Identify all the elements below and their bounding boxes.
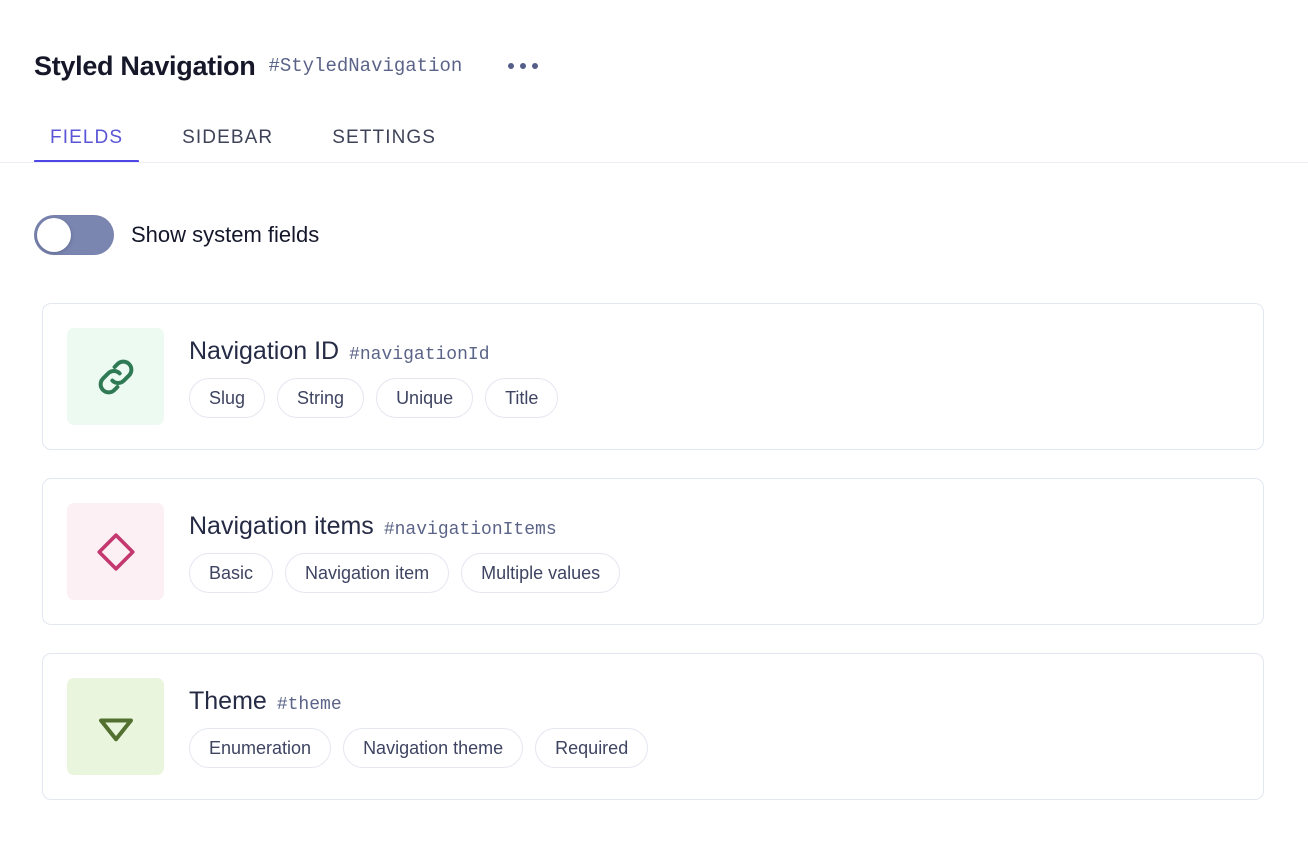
triangle-down-icon <box>67 678 164 775</box>
field-tag-list: Basic Navigation item Multiple values <box>189 553 620 593</box>
page-title: Styled Navigation <box>34 51 255 81</box>
field-name: Navigation ID <box>189 336 339 366</box>
tab-sidebar[interactable]: SIDEBAR <box>166 127 289 163</box>
field-tag-list: Enumeration Navigation theme Required <box>189 728 648 768</box>
content-type-editor-page: Styled Navigation #StyledNavigation FIEL… <box>0 0 1308 868</box>
field-card-theme[interactable]: Theme #theme Enumeration Navigation them… <box>42 653 1264 800</box>
page-title-hash: #StyledNavigation <box>268 51 462 81</box>
show-system-fields-row: Show system fields <box>0 163 1308 255</box>
field-list: Navigation ID #navigationId Slug String … <box>0 255 1308 800</box>
kebab-dot <box>508 63 514 69</box>
field-tag[interactable]: Enumeration <box>189 728 331 768</box>
tab-bar: FIELDS SIDEBAR SETTINGS <box>0 116 1308 163</box>
show-system-fields-label: Show system fields <box>131 222 319 248</box>
show-system-fields-toggle[interactable] <box>34 215 114 255</box>
field-heading: Navigation items #navigationItems <box>189 511 620 543</box>
field-tag[interactable]: Navigation theme <box>343 728 523 768</box>
field-hash: #navigationId <box>349 342 489 368</box>
field-tag[interactable]: Navigation item <box>285 553 449 593</box>
field-name: Theme <box>189 686 267 716</box>
field-tag-list: Slug String Unique Title <box>189 378 558 418</box>
link-icon <box>67 328 164 425</box>
field-tag[interactable]: String <box>277 378 364 418</box>
field-card-navigation-items[interactable]: Navigation items #navigationItems Basic … <box>42 478 1264 625</box>
diamond-outline-icon <box>67 503 164 600</box>
field-heading: Theme #theme <box>189 686 648 718</box>
field-card-body: Theme #theme Enumeration Navigation them… <box>189 686 648 768</box>
field-tag[interactable]: Slug <box>189 378 265 418</box>
field-name: Navigation items <box>189 511 374 541</box>
field-card-body: Navigation items #navigationItems Basic … <box>189 511 620 593</box>
field-tag[interactable]: Unique <box>376 378 473 418</box>
tab-fields[interactable]: FIELDS <box>34 127 139 163</box>
field-card-body: Navigation ID #navigationId Slug String … <box>189 336 558 418</box>
page-header: Styled Navigation #StyledNavigation <box>0 0 1308 88</box>
field-tag[interactable]: Required <box>535 728 648 768</box>
field-hash: #navigationItems <box>384 517 557 543</box>
toggle-knob <box>37 218 71 252</box>
field-card-navigation-id[interactable]: Navigation ID #navigationId Slug String … <box>42 303 1264 450</box>
field-heading: Navigation ID #navigationId <box>189 336 558 368</box>
field-hash: #theme <box>277 692 342 718</box>
field-tag[interactable]: Multiple values <box>461 553 620 593</box>
kebab-dot <box>520 63 526 69</box>
kebab-horizontal-icon[interactable] <box>504 55 542 77</box>
tab-settings[interactable]: SETTINGS <box>316 127 452 163</box>
field-tag[interactable]: Title <box>485 378 558 418</box>
kebab-dot <box>532 63 538 69</box>
field-tag[interactable]: Basic <box>189 553 273 593</box>
